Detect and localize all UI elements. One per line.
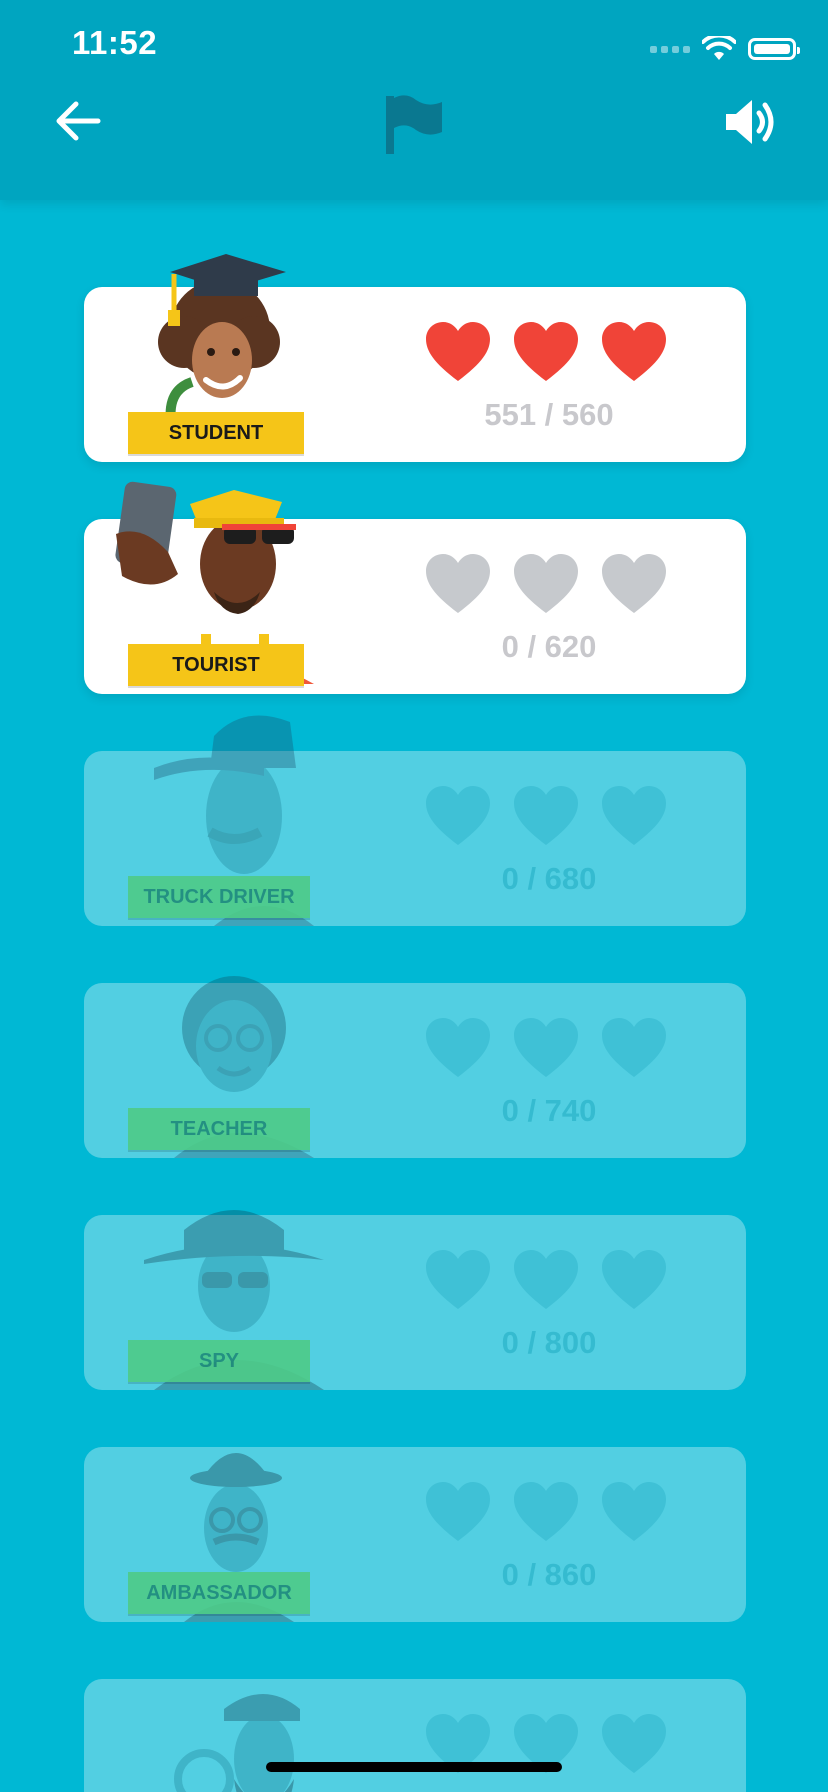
heart-locked-icon <box>602 786 666 845</box>
heart-locked-icon <box>602 1482 666 1541</box>
heart-locked-icon <box>602 1250 666 1309</box>
heart-locked-icon <box>426 1018 490 1077</box>
cellular-signal-icon <box>650 45 690 53</box>
level-label: AMBASSADOR <box>128 1572 310 1614</box>
level-card-ambassador[interactable]: AMBASSADOR 0 / 860 <box>84 1447 746 1622</box>
heart-empty-icon <box>602 554 666 613</box>
level-score: 551 / 560 <box>484 397 614 432</box>
battery-icon <box>748 38 800 60</box>
back-arrow-icon[interactable] <box>52 96 102 146</box>
level-score: 0 / 740 <box>501 1093 597 1128</box>
level-score: 0 / 800 <box>501 1325 597 1360</box>
level-card-tourist[interactable]: TOURIST 0 / 620 <box>84 481 746 694</box>
level-label: TEACHER <box>128 1108 310 1150</box>
heart-locked-icon <box>514 1482 578 1541</box>
hearts-row <box>424 321 668 383</box>
wifi-icon <box>702 36 736 60</box>
hearts-row <box>424 1249 668 1311</box>
speaker-icon[interactable] <box>722 94 778 150</box>
hearts-row <box>424 1017 668 1079</box>
level-label: STUDENT <box>128 412 304 454</box>
level-score: 0 / 680 <box>501 861 597 896</box>
heart-locked-icon <box>426 786 490 845</box>
heart-locked-icon <box>514 786 578 845</box>
hearts-row <box>424 785 668 847</box>
heart-filled-icon <box>602 322 666 381</box>
level-label: SPY <box>128 1340 310 1382</box>
heart-filled-icon <box>514 322 578 381</box>
level-card-spy[interactable]: SPY 0 / 800 <box>84 1210 746 1390</box>
heart-filled-icon <box>426 322 490 381</box>
heart-locked-icon <box>602 1714 666 1773</box>
level-score: 0 / 620 <box>501 629 597 664</box>
status-time: 11:52 <box>72 24 158 61</box>
flag-icon <box>386 95 442 154</box>
level-card-teacher[interactable]: TEACHER 0 / 740 <box>84 976 746 1158</box>
level-score: 0 / 860 <box>501 1557 597 1592</box>
heart-locked-icon <box>514 1250 578 1309</box>
top-bar: 11:52 <box>0 0 828 200</box>
level-label: TRUCK DRIVER <box>128 876 310 918</box>
heart-locked-icon <box>426 1250 490 1309</box>
heart-empty-icon <box>514 554 578 613</box>
heart-empty-icon <box>426 554 490 613</box>
hearts-row <box>424 1481 668 1543</box>
level-card-student[interactable]: STUDENT 551 / 560 <box>84 254 746 462</box>
heart-locked-icon <box>602 1018 666 1077</box>
home-indicator[interactable] <box>266 1762 562 1772</box>
level-card-truck-driver[interactable]: TRUCK DRIVER 0 / 680 <box>84 715 746 926</box>
level-label: TOURIST <box>128 644 304 686</box>
heart-locked-icon <box>426 1482 490 1541</box>
heart-locked-icon <box>514 1018 578 1077</box>
level-card-next[interactable] <box>84 1679 746 1792</box>
hearts-row <box>424 553 668 615</box>
status-icons <box>650 34 800 64</box>
